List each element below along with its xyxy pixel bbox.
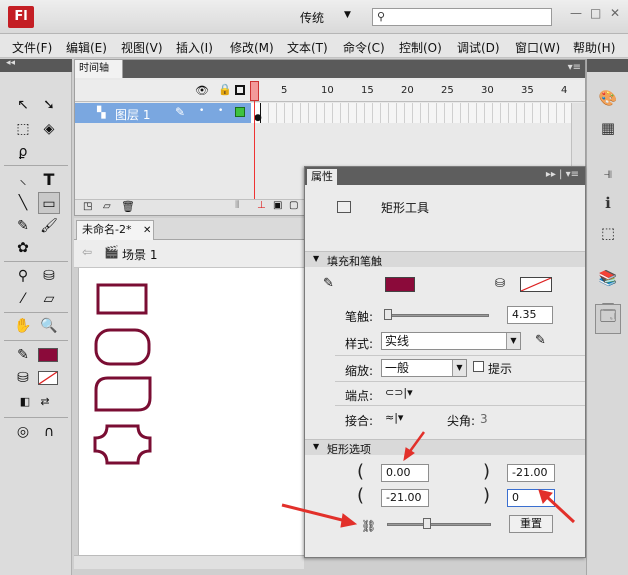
flash-application-window: Fl 传统 ▼ ⚲ — □ ✕ 文件(F) 编辑(E) 视图(V) 插入(I) … — [0, 0, 628, 575]
annotation-arrows-layer — [281, 431, 576, 528]
red-arrow-annotation — [538, 489, 576, 524]
red-arrow-annotation — [403, 431, 426, 462]
red-arrow-annotation — [281, 503, 358, 528]
